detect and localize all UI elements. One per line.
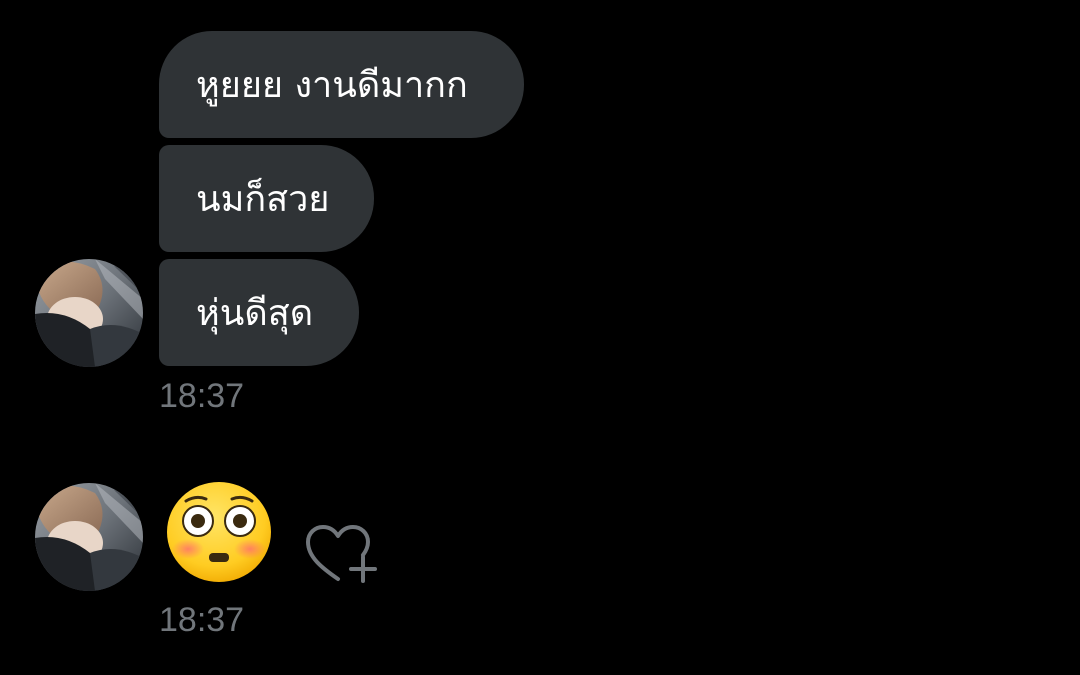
message-timestamp: 18:37	[159, 601, 245, 639]
add-reaction-button[interactable]	[302, 521, 382, 587]
message-text: หุ่นดีสุด	[196, 293, 314, 334]
sender-avatar[interactable]	[35, 483, 143, 591]
flushed-face-emoji[interactable]	[164, 479, 274, 585]
message-timestamp: 18:37	[159, 377, 245, 415]
sender-avatar[interactable]	[35, 259, 143, 367]
message-bubble[interactable]: หุ่นดีสุด	[159, 259, 359, 366]
message-bubble[interactable]: นมก็สวย	[159, 145, 374, 252]
message-text: นมก็สวย	[196, 179, 330, 220]
message-bubble[interactable]: หูยยย งานดีมากก	[159, 31, 524, 138]
heart-plus-icon	[306, 525, 377, 583]
message-text: หูยยย งานดีมากก	[196, 65, 468, 106]
